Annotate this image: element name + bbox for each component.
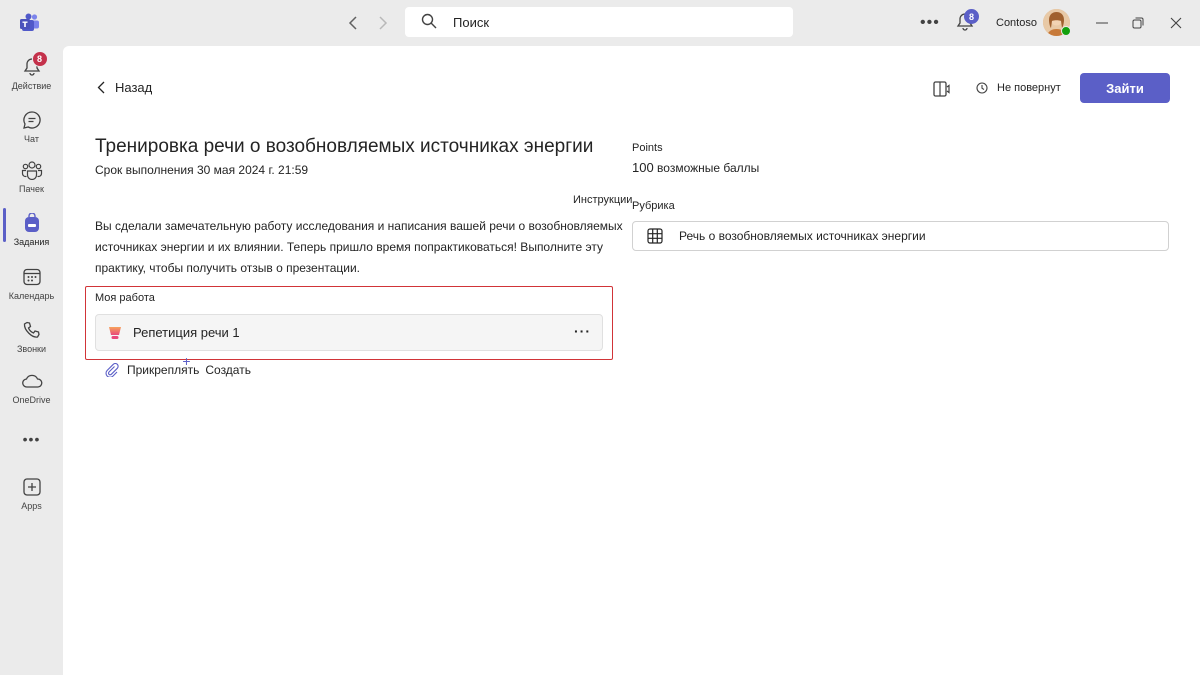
notifications-button[interactable]: 8 (956, 9, 979, 34)
instructions-text: Вы сделали замечательную работу исследов… (95, 219, 623, 275)
my-work-section: Моя работа Репетиция речи 1 ··· (85, 286, 613, 360)
chat-icon (21, 109, 43, 131)
rail-item-onedrive[interactable]: OneDrive (0, 366, 63, 416)
chevron-left-icon (97, 81, 105, 94)
search-input[interactable]: Поиск (405, 7, 793, 37)
rail-item-label: Пачек (19, 184, 44, 194)
notifications-badge: 8 (964, 9, 979, 24)
activity-badge: 8 (31, 51, 48, 67)
clock-icon (976, 82, 988, 94)
create-label: Создать (205, 363, 251, 377)
assignment-details: Назад Не повернут Зайти Тренировка речи … (63, 46, 1200, 675)
bell-icon: 8 (21, 51, 48, 78)
more-icon: ••• (22, 431, 41, 447)
rubric-name: Речь о возобновляемых источниках энергии (679, 229, 926, 243)
rail-item-assignments[interactable]: Задания (0, 208, 63, 258)
title-bar: Поиск ••• 8 Contoso (0, 0, 1200, 46)
back-button[interactable]: Назад (97, 80, 152, 95)
attach-create-row: Прикреплять + Создать (105, 353, 251, 377)
more-options-icon[interactable]: ··· (574, 323, 591, 339)
rail-item-calendar[interactable]: Календарь (0, 262, 63, 312)
points-value: 100 возможные баллы (632, 160, 759, 175)
search-icon (421, 13, 439, 31)
rail-item-calls[interactable]: Звонки (0, 315, 63, 365)
backpack-icon (21, 212, 43, 234)
presence-status-icon (1061, 26, 1071, 36)
rail-item-apps[interactable]: Apps (0, 472, 63, 522)
phone-icon (21, 319, 43, 341)
paperclip-icon (105, 363, 119, 377)
assignment-title: Тренировка речи о возобновляемых источни… (95, 136, 594, 157)
search-placeholder: Поиск (453, 14, 490, 30)
speaker-coach-icon (109, 326, 121, 339)
immersive-reader-icon[interactable] (933, 80, 953, 98)
work-item[interactable]: Репетиция речи 1 ··· (95, 314, 603, 351)
cloud-icon (21, 370, 43, 392)
minimize-icon[interactable] (1092, 13, 1112, 33)
create-button[interactable]: + Создать (182, 353, 251, 377)
rubric-label: Рубрика (632, 200, 675, 212)
calendar-icon (21, 266, 43, 288)
points-suffix: возможные баллы (657, 161, 760, 175)
points-label: Points (632, 142, 663, 154)
status-label: Не повернут (997, 82, 1061, 94)
org-name[interactable]: Contoso (996, 17, 1037, 29)
more-options-icon[interactable]: ••• (920, 14, 940, 32)
due-date: Срок выполнения 30 мая 2024 г. 21:59 (95, 163, 309, 177)
rail-item-teams[interactable]: Пачек (0, 155, 63, 205)
add-app-icon (21, 476, 43, 498)
rail-item-label: Чат (24, 134, 39, 144)
rail-item-label: Календарь (8, 291, 55, 301)
rubric-card[interactable]: Речь о возобновляемых источниках энергии (632, 221, 1169, 251)
rail-item-label: Звонки (16, 344, 47, 354)
rail-item-chat[interactable]: Чат (0, 105, 63, 155)
rail-item-label: Задания (13, 237, 50, 247)
points-number: 100 (632, 160, 654, 175)
rail-item-label: OneDrive (12, 395, 51, 405)
forward-arrow-icon[interactable] (372, 12, 394, 34)
grid-icon (647, 228, 663, 244)
close-icon[interactable] (1166, 13, 1186, 33)
join-button[interactable]: Зайти (1080, 73, 1170, 103)
instructions-label: Инструкции (573, 194, 633, 206)
rail-more-apps[interactable]: ••• (0, 424, 63, 474)
work-item-name: Репетиция речи 1 (133, 325, 240, 340)
rail-item-label: Действие (11, 81, 52, 91)
rail-item-activity[interactable]: 8 Действие (0, 51, 63, 102)
rail-item-label: Apps (21, 501, 42, 511)
app-rail: 8 Действие Чат Пачек Задания Календарь З… (0, 46, 63, 675)
restore-icon[interactable] (1128, 13, 1148, 33)
my-work-label: Моя работа (95, 292, 155, 304)
teams-icon (21, 159, 43, 181)
plus-icon: + (182, 353, 191, 369)
back-label: Назад (115, 80, 153, 95)
teams-logo-icon (20, 13, 40, 33)
submission-status: Не повернут (976, 82, 1061, 94)
back-arrow-icon[interactable] (342, 12, 364, 34)
